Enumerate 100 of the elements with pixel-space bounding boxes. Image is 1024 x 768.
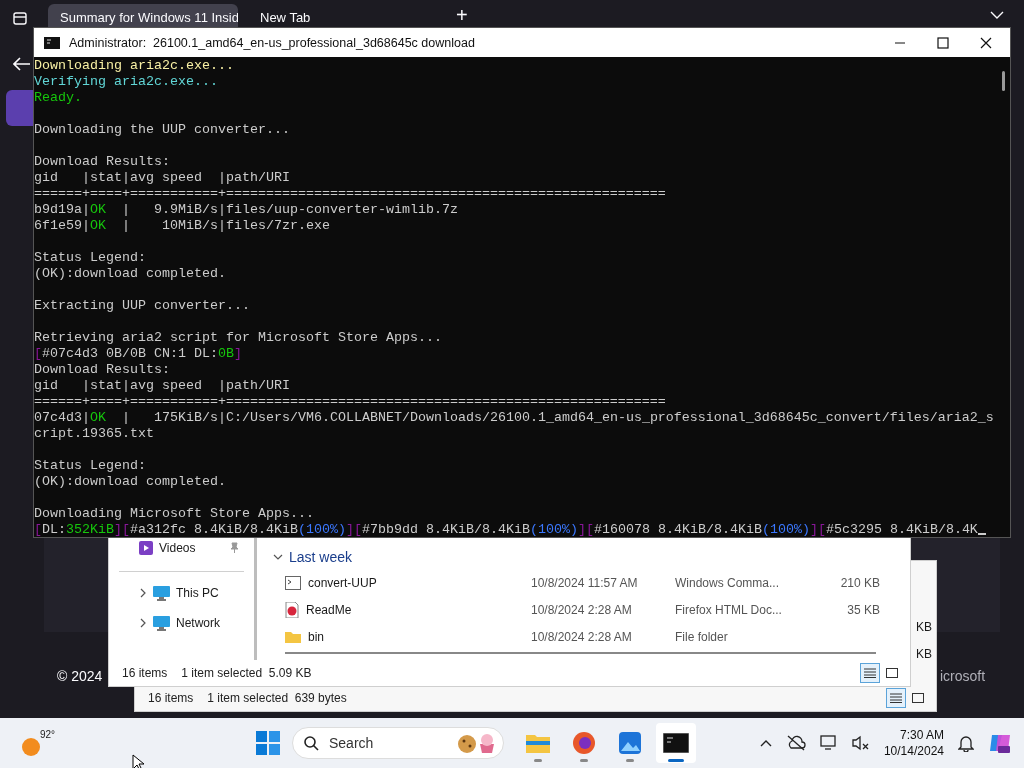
file-row[interactable]: convert-UUP 10/8/2024 11:57 AM Windows Comma... 210 KB bbox=[273, 569, 880, 596]
list-icon bbox=[890, 693, 902, 703]
console-text: Ready. bbox=[34, 90, 82, 105]
console-text: ] bbox=[114, 522, 122, 537]
console-text: DL: bbox=[42, 522, 66, 537]
console-text: 352KiB bbox=[66, 522, 114, 537]
file-type: Firefox HTML Doc... bbox=[675, 602, 783, 617]
speaker-muted-icon[interactable] bbox=[851, 735, 870, 751]
square-icon bbox=[886, 668, 898, 678]
console-text: cript.19365.txt bbox=[34, 426, 154, 441]
details-view-button[interactable] bbox=[860, 663, 880, 683]
window-title: Administrator: 26100.1_amd64_en-us_professional_3d68645c download bbox=[69, 35, 475, 50]
cloud-off-icon[interactable] bbox=[785, 735, 806, 751]
console-text: #7bb9dd 8.4KiB/8.4KiB bbox=[361, 522, 530, 537]
file-name: convert-UUP bbox=[308, 575, 377, 590]
file-date: 10/8/2024 11:57 AM bbox=[531, 575, 639, 590]
console-text: Status Legend: bbox=[34, 250, 146, 265]
details-view-button[interactable] bbox=[886, 688, 906, 708]
search-box[interactable]: Search bbox=[292, 727, 504, 759]
photos-icon bbox=[618, 731, 642, 755]
bell-icon[interactable] bbox=[958, 734, 974, 752]
copyright-text: © 2024 bbox=[57, 668, 103, 684]
file-date: 10/8/2024 2:28 AM bbox=[531, 602, 633, 617]
file-row[interactable]: ReadMe 10/8/2024 2:28 AM Firefox HTML Doc... 35 KB bbox=[273, 596, 880, 623]
html-file-icon bbox=[285, 601, 299, 618]
file-row[interactable]: bin 10/8/2024 2:28 AM File folder bbox=[273, 623, 880, 650]
console-text: Status Legend: bbox=[34, 458, 146, 473]
item-count: 16 items bbox=[122, 666, 168, 680]
cookie-cupcake-icon bbox=[457, 732, 497, 754]
console-text: (100%) bbox=[761, 522, 810, 537]
file-size: 35 KB bbox=[846, 602, 880, 617]
windows-start-icon[interactable] bbox=[256, 731, 280, 755]
text-cursor bbox=[977, 533, 986, 535]
console-text: OK bbox=[90, 218, 106, 233]
console-text: (100%) bbox=[297, 522, 346, 537]
console-text: Extracting UUP converter... bbox=[34, 298, 250, 313]
nav-item[interactable]: This PC bbox=[139, 584, 254, 602]
console-text: [ bbox=[122, 522, 130, 537]
console-text: ======+====+===========+======================================================= bbox=[34, 186, 666, 201]
console-text: Download Results: bbox=[34, 154, 170, 169]
video-folder-icon bbox=[139, 541, 153, 555]
group-header[interactable]: Last week bbox=[273, 545, 880, 569]
console-text: 6f1e59| bbox=[34, 218, 90, 233]
folder-icon bbox=[285, 630, 301, 643]
maximize-icon[interactable] bbox=[937, 36, 949, 49]
item-count: 16 items bbox=[148, 691, 194, 705]
file-name: ReadMe bbox=[306, 602, 352, 617]
console-icon bbox=[44, 36, 60, 49]
search-icon bbox=[303, 735, 319, 751]
scrollbar[interactable] bbox=[285, 652, 876, 654]
tab-list-icon[interactable] bbox=[12, 10, 28, 26]
chevron-right-icon bbox=[139, 588, 147, 598]
console-text: OK bbox=[90, 410, 106, 425]
scrollbar-thumb[interactable] bbox=[1001, 71, 1005, 91]
taskbar-app[interactable] bbox=[656, 723, 696, 763]
console-text: gid |stat|avg speed |path/URI bbox=[34, 170, 290, 185]
console-text: | 9.9MiB/s|files/uup-converter-wimlib.7z bbox=[121, 202, 458, 217]
sun-icon bbox=[20, 735, 42, 757]
console-text: #5c3295 8.4KiB/8.4K bbox=[825, 522, 978, 537]
file-type: File folder bbox=[675, 629, 729, 644]
browser-tab[interactable]: Summary for Windows 11 Insid bbox=[48, 4, 238, 27]
console-text: [ bbox=[585, 522, 594, 537]
nav-item[interactable]: Videos bbox=[139, 539, 254, 557]
monitor-icon[interactable] bbox=[819, 735, 838, 751]
console-text: b9d19a| bbox=[34, 202, 90, 217]
console-text: [ bbox=[34, 522, 42, 537]
terminal-icon bbox=[663, 733, 689, 753]
browser-tab[interactable]: New Tab bbox=[248, 4, 438, 27]
mouse-pointer-icon bbox=[132, 754, 144, 768]
nav-item[interactable]: Network bbox=[139, 614, 254, 632]
chevron-right-icon bbox=[139, 618, 147, 628]
computer-icon bbox=[153, 615, 170, 631]
console-text: | 175KiB/s|C:/Users/VM6.COLLABNET/Downloads/26100.1_amd64_en-us_professional_3d68645c_convert/files/aria2_s bbox=[121, 410, 994, 425]
console-text: 0B bbox=[217, 346, 234, 361]
clock[interactable]: 7:30 AM 10/14/2024 bbox=[883, 727, 944, 759]
weather-widget[interactable]: 92° bbox=[20, 727, 56, 759]
new-tab-button[interactable]: + bbox=[456, 4, 468, 26]
computer-icon bbox=[153, 585, 170, 601]
selection-info: 1 item selected 639 bytes bbox=[207, 691, 347, 705]
console-text: OK bbox=[90, 202, 106, 217]
console-text: Verifying aria2c.exe... bbox=[34, 74, 218, 89]
close-icon[interactable] bbox=[980, 36, 992, 49]
console-text: ] bbox=[577, 522, 586, 537]
console-text: 07c4d3| bbox=[34, 410, 90, 425]
selection-info: 1 item selected 5.09 KB bbox=[181, 666, 312, 680]
chevron-down-icon[interactable] bbox=[990, 10, 1004, 20]
back-arrow-icon[interactable] bbox=[13, 57, 31, 71]
console-text: #160078 8.4KiB/8.4KiB bbox=[593, 522, 762, 537]
console-text: (100%) bbox=[529, 522, 578, 537]
console-text: Downloading Microsoft Store Apps... bbox=[34, 506, 314, 521]
console-text: ] bbox=[233, 346, 242, 361]
console-text: Downloading aria2c.exe... bbox=[34, 58, 234, 73]
list-icon bbox=[864, 668, 876, 678]
chevron-up-icon[interactable] bbox=[759, 739, 772, 747]
footer-text: icrosoft bbox=[940, 668, 986, 684]
pin-icon bbox=[228, 542, 240, 554]
console-text: #a312fc 8.4KiB/8.4KiB bbox=[130, 522, 298, 537]
console-text: #07c4d3 0B/0B CN:1 DL: bbox=[42, 346, 218, 361]
console-text: [ bbox=[34, 346, 42, 361]
console-text: [ bbox=[353, 522, 362, 537]
